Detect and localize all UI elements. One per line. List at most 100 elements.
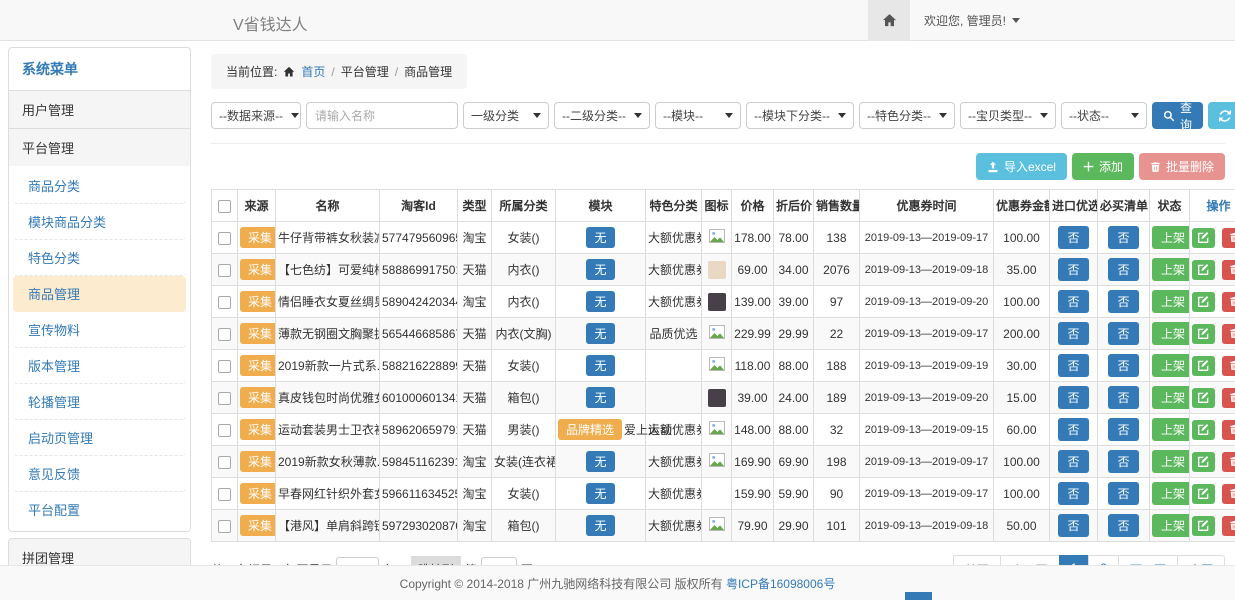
delete-button[interactable] <box>1222 516 1235 536</box>
sidebar-section-users[interactable]: 用户管理 <box>9 90 190 128</box>
filter-select[interactable]: --宝贝类型-- <box>960 102 1056 129</box>
must-buy-toggle[interactable]: 否 <box>1108 482 1138 505</box>
import-select-toggle[interactable]: 否 <box>1058 354 1088 377</box>
search-button[interactable]: 查询 <box>1152 102 1203 129</box>
sidebar-item[interactable]: 宣传物料 <box>13 312 186 348</box>
delete-button[interactable] <box>1222 388 1235 408</box>
select-all-checkbox[interactable] <box>218 200 231 213</box>
filter-select[interactable]: 一级分类 <box>463 102 549 129</box>
import-select-toggle[interactable]: 否 <box>1058 482 1088 505</box>
edit-button[interactable] <box>1192 228 1215 248</box>
import-select-toggle[interactable]: 否 <box>1058 322 1088 345</box>
must-buy-toggle[interactable]: 否 <box>1108 322 1138 345</box>
status-toggle[interactable]: 上架 <box>1152 418 1190 441</box>
status-toggle[interactable]: 上架 <box>1152 290 1190 313</box>
edit-button[interactable] <box>1192 420 1215 440</box>
row-checkbox[interactable] <box>218 360 231 373</box>
coupon-time: 2019-09-13—2019-09-17 <box>860 478 994 510</box>
edit-button[interactable] <box>1192 324 1215 344</box>
import-select-toggle[interactable]: 否 <box>1058 386 1088 409</box>
import-select-toggle[interactable]: 否 <box>1058 258 1088 281</box>
filter-select[interactable]: --模块-- <box>655 102 741 129</box>
status-toggle[interactable]: 上架 <box>1152 258 1190 281</box>
edit-button[interactable] <box>1192 388 1215 408</box>
breadcrumb-home-link[interactable]: 首页 <box>301 63 325 80</box>
import-select-toggle[interactable]: 否 <box>1058 226 1088 249</box>
edit-button[interactable] <box>1192 292 1215 312</box>
must-buy-toggle[interactable]: 否 <box>1108 386 1138 409</box>
sidebar-item[interactable]: 版本管理 <box>13 348 186 384</box>
status-toggle[interactable]: 上架 <box>1152 386 1190 409</box>
delete-button[interactable] <box>1222 260 1235 280</box>
must-buy-toggle[interactable]: 否 <box>1108 418 1138 441</box>
import-select-toggle[interactable]: 否 <box>1058 418 1088 441</box>
edit-button[interactable] <box>1192 484 1215 504</box>
row-checkbox[interactable] <box>218 296 231 309</box>
status-toggle[interactable]: 上架 <box>1152 226 1190 249</box>
select-value: --二级分类-- <box>562 107 626 124</box>
must-buy-toggle[interactable]: 否 <box>1108 450 1138 473</box>
delete-button[interactable] <box>1222 292 1235 312</box>
reset-button[interactable]: 重置 <box>1208 102 1235 129</box>
status-toggle[interactable]: 上架 <box>1152 354 1190 377</box>
feature-category <box>646 350 702 382</box>
sidebar-item[interactable]: 轮播管理 <box>13 384 186 420</box>
sidebar-item[interactable]: 意见反馈 <box>13 456 186 492</box>
must-buy-toggle[interactable]: 否 <box>1108 226 1138 249</box>
row-checkbox[interactable] <box>218 424 231 437</box>
row-checkbox[interactable] <box>218 264 231 277</box>
delete-button[interactable] <box>1222 452 1235 472</box>
sidebar-item[interactable]: 特色分类 <box>13 240 186 276</box>
import-select-toggle[interactable]: 否 <box>1058 450 1088 473</box>
sales-count: 189 <box>814 382 860 414</box>
back-to-top-button[interactable] <box>905 592 932 600</box>
row-checkbox[interactable] <box>218 456 231 469</box>
edit-button[interactable] <box>1192 356 1215 376</box>
delete-button[interactable] <box>1222 484 1235 504</box>
edit-button[interactable] <box>1192 516 1215 536</box>
delete-button[interactable] <box>1222 324 1235 344</box>
must-buy-toggle[interactable]: 否 <box>1108 290 1138 313</box>
must-buy-toggle[interactable]: 否 <box>1108 258 1138 281</box>
add-button[interactable]: 添加 <box>1072 153 1134 180</box>
price: 139.00 <box>732 286 774 318</box>
column-header: 所属分类 <box>492 190 556 222</box>
row-checkbox[interactable] <box>218 232 231 245</box>
icp-link[interactable]: 粤ICP备16098006号 <box>726 575 835 592</box>
row-checkbox[interactable] <box>218 328 231 341</box>
edit-button[interactable] <box>1192 260 1215 280</box>
data-source-select[interactable]: --数据来源-- <box>211 102 301 129</box>
status-toggle[interactable]: 上架 <box>1152 514 1190 537</box>
sidebar-item[interactable]: 模块商品分类 <box>13 204 186 240</box>
row-checkbox[interactable] <box>218 488 231 501</box>
user-menu[interactable]: 欢迎您, 管理员! <box>910 12 1034 29</box>
sales-count: 97 <box>814 286 860 318</box>
delete-button[interactable] <box>1222 420 1235 440</box>
home-shortcut-button[interactable] <box>868 0 910 41</box>
sidebar-item[interactable]: 平台配置 <box>13 492 186 527</box>
filter-select[interactable]: --二级分类-- <box>554 102 650 129</box>
sidebar-section-platform[interactable]: 平台管理 <box>9 128 190 166</box>
sidebar-item[interactable]: 启动页管理 <box>13 420 186 456</box>
delete-button[interactable] <box>1222 356 1235 376</box>
status-toggle[interactable]: 上架 <box>1152 482 1190 505</box>
sidebar-item[interactable]: 商品分类 <box>13 168 186 204</box>
row-checkbox[interactable] <box>218 392 231 405</box>
import-select-toggle[interactable]: 否 <box>1058 514 1088 537</box>
status-toggle[interactable]: 上架 <box>1152 322 1190 345</box>
status-toggle[interactable]: 上架 <box>1152 450 1190 473</box>
filter-select[interactable]: --模块下分类-- <box>746 102 854 129</box>
batch-delete-button[interactable]: 批量删除 <box>1139 153 1225 180</box>
must-buy-toggle[interactable]: 否 <box>1108 514 1138 537</box>
sidebar-item[interactable]: 商品管理 <box>13 276 186 312</box>
import-excel-button[interactable]: 导入excel <box>976 153 1067 180</box>
source-badge: 采集 <box>240 419 276 440</box>
delete-button[interactable] <box>1222 228 1235 248</box>
must-buy-toggle[interactable]: 否 <box>1108 354 1138 377</box>
filter-select[interactable]: --状态-- <box>1061 102 1147 129</box>
import-select-toggle[interactable]: 否 <box>1058 290 1088 313</box>
row-checkbox[interactable] <box>218 520 231 533</box>
filter-select[interactable]: --特色分类-- <box>859 102 955 129</box>
edit-button[interactable] <box>1192 452 1215 472</box>
name-search-input[interactable] <box>306 102 458 129</box>
